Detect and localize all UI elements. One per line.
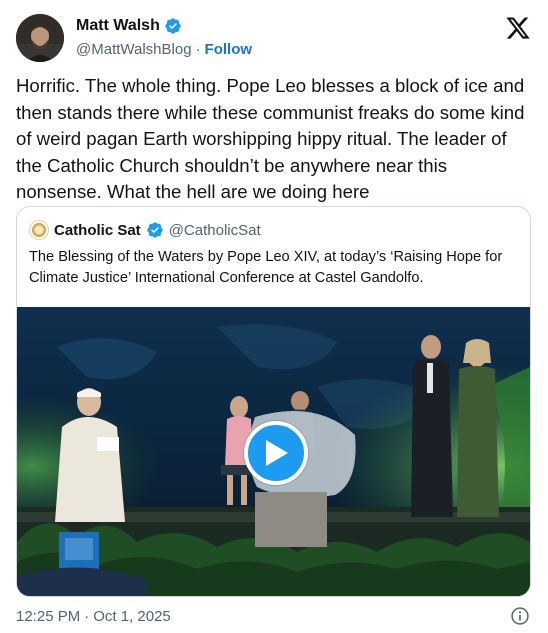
play-button[interactable] <box>244 421 308 485</box>
timestamp-time: 12:25 PM <box>16 607 81 625</box>
timestamp-date: Oct 1, 2025 <box>93 607 171 625</box>
verified-badge-icon <box>165 18 181 34</box>
quoted-author-row: Catholic Sat @CatholicSat <box>29 219 261 241</box>
author-display-name[interactable]: Matt Walsh <box>76 17 160 35</box>
x-logo-icon[interactable] <box>505 15 531 41</box>
timestamp-separator: · <box>84 607 90 625</box>
play-icon <box>266 440 288 466</box>
follow-button[interactable]: Follow <box>205 41 253 58</box>
tweet-timestamp[interactable]: 12:25 PM · Oct 1, 2025 <box>16 606 171 626</box>
author-handle-row: @MattWalshBlog · Follow <box>76 39 252 59</box>
quoted-display-name: Catholic Sat <box>54 221 141 239</box>
tweet-card: Matt Walsh @MattWalshBlog · Follow Horri… <box>0 0 548 633</box>
video-thumbnail[interactable] <box>17 307 530 596</box>
handle-separator: · <box>195 40 201 58</box>
verified-badge-icon <box>147 222 163 238</box>
author-handle[interactable]: @MattWalshBlog <box>76 41 192 58</box>
quoted-text: The Blessing of the Waters by Pope Leo X… <box>29 249 503 286</box>
quoted-tweet[interactable]: Catholic Sat @CatholicSat The Blessing o… <box>16 206 531 597</box>
tweet-text: Horrific. The whole thing. Pope Leo bles… <box>16 75 525 203</box>
avatar-image <box>16 14 64 62</box>
quoted-handle: @CatholicSat <box>168 221 261 239</box>
avatar[interactable] <box>16 14 64 62</box>
info-icon[interactable] <box>510 606 530 626</box>
author-name-row: Matt Walsh <box>76 15 182 37</box>
quoted-avatar <box>29 220 49 240</box>
